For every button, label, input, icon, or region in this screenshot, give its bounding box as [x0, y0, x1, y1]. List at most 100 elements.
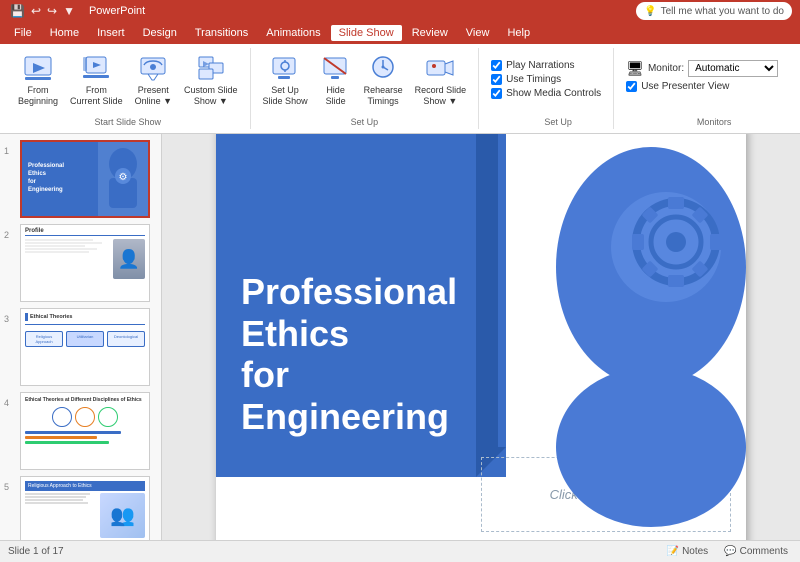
start-slideshow-buttons: FromBeginning FromCurrent Slide	[14, 50, 242, 127]
menu-design[interactable]: Design	[135, 25, 185, 41]
notes-icon: 📝	[667, 546, 679, 557]
tell-me-text: Tell me what you want to do	[661, 6, 784, 17]
head-silhouette	[536, 137, 746, 527]
hide-slide-label: HideSlide	[326, 85, 346, 107]
slide-thumb-2[interactable]: Profile 👤	[20, 224, 150, 302]
play-narrations-checkbox[interactable]: Play Narrations	[491, 60, 601, 71]
setup-slide-show-label: Set UpSlide Show	[263, 85, 308, 107]
show-media-controls-checkbox[interactable]: Show Media Controls	[491, 88, 601, 99]
menu-view[interactable]: View	[458, 25, 498, 41]
monitor-row: 🖥 Monitor: Automatic	[626, 60, 778, 77]
menu-slideshow[interactable]: Slide Show	[331, 25, 402, 41]
notes-label: Notes	[682, 546, 708, 557]
comments-icon: 💬	[724, 546, 736, 557]
monitors-group-label: Monitors	[626, 117, 800, 127]
main-blue-block: ProfessionalEthicsforEngineering	[216, 134, 506, 477]
comments-button[interactable]: 💬 Comments	[720, 545, 792, 558]
slide-title: ProfessionalEthicsforEngineering	[241, 271, 457, 437]
use-presenter-view-checkbox[interactable]: Use Presenter View	[626, 81, 729, 92]
svg-text:⚙: ⚙	[118, 172, 127, 183]
setup-slide-show-button[interactable]: Set UpSlide Show	[259, 50, 312, 109]
notes-button[interactable]: 📝 Notes	[663, 545, 713, 558]
slide-info: Slide 1 of 17	[8, 546, 64, 557]
slide-thumb-1[interactable]: ProfessionalEthicsforEngineering ⚙	[20, 140, 150, 218]
setup-checkboxes-group-label: Set Up	[491, 117, 625, 127]
quick-access-toolbar: 💾 ↩ ↪ ▼ PowerPoint	[8, 4, 145, 18]
save-icon[interactable]: 💾	[8, 4, 27, 18]
top-bar-right: 💡 Tell me what you want to do	[636, 2, 792, 20]
record-slide-show-label: Record SlideShow ▼	[415, 85, 467, 107]
from-beginning-icon	[22, 52, 54, 84]
rehearse-timings-icon	[367, 52, 399, 84]
slide-item-2[interactable]: 2 Profile 👤	[0, 222, 161, 304]
checkboxes-group: Play Narrations Use Timings Show Media C…	[479, 48, 614, 129]
menu-review[interactable]: Review	[404, 25, 456, 41]
menu-home[interactable]: Home	[42, 25, 87, 41]
canvas-wrapper: ProfessionalEthicsforEngineering Click t…	[216, 134, 746, 540]
menu-insert[interactable]: Insert	[89, 25, 133, 41]
menu-help[interactable]: Help	[499, 25, 538, 41]
slide-title-block: ProfessionalEthicsforEngineering	[216, 251, 482, 457]
record-slide-show-button[interactable]: Record SlideShow ▼	[411, 50, 471, 109]
app-title: PowerPoint	[89, 5, 145, 17]
show-media-controls-label: Show Media Controls	[506, 88, 601, 99]
use-timings-input[interactable]	[491, 74, 502, 85]
from-current-slide-button[interactable]: FromCurrent Slide	[66, 50, 127, 109]
play-narrations-label: Play Narrations	[506, 60, 574, 71]
slide-item-4[interactable]: 4 Ethical Theories at Different Discipli…	[0, 390, 161, 472]
fold-strip	[476, 134, 498, 447]
monitors-group: 🖥 Monitor: Automatic Use Presenter View …	[614, 48, 790, 129]
custom-slide-show-label: Custom SlideShow ▼	[184, 85, 238, 107]
slide-num-3: 3	[4, 314, 16, 324]
slide-item-3[interactable]: 3 Ethical Theories ReligiousApproach Uti…	[0, 306, 161, 388]
present-online-icon	[137, 52, 169, 84]
setup-group: Set UpSlide Show HideSlide	[251, 48, 480, 129]
use-timings-checkbox[interactable]: Use Timings	[491, 74, 601, 85]
menu-file[interactable]: File	[6, 25, 40, 41]
slide-canvas[interactable]: ProfessionalEthicsforEngineering Click t…	[216, 134, 746, 540]
rehearse-timings-button[interactable]: RehearseTimings	[360, 50, 407, 109]
use-timings-label: Use Timings	[506, 74, 561, 85]
tell-me-box[interactable]: 💡 Tell me what you want to do	[636, 2, 792, 20]
use-presenter-view-input[interactable]	[626, 81, 637, 92]
presenter-view-row: Use Presenter View	[626, 81, 778, 92]
custom-slide-show-icon	[195, 52, 227, 84]
from-current-slide-icon	[80, 52, 112, 84]
status-bar: Slide 1 of 17 📝 Notes 💬 Comments	[0, 540, 800, 562]
status-right: 📝 Notes 💬 Comments	[663, 545, 792, 558]
monitor-select[interactable]: Automatic	[688, 60, 778, 77]
custom-slide-show-button[interactable]: Custom SlideShow ▼	[180, 50, 242, 109]
use-presenter-view-label: Use Presenter View	[641, 81, 729, 92]
ribbon: FromBeginning FromCurrent Slide	[0, 44, 800, 134]
comments-label: Comments	[740, 546, 788, 557]
slide-thumb-5[interactable]: Religious Approach to Ethics 👥	[20, 476, 150, 540]
slide-item-1[interactable]: 1 ProfessionalEthicsforEngineering	[0, 138, 161, 220]
play-narrations-input[interactable]	[491, 60, 502, 71]
customize-icon[interactable]: ▼	[61, 4, 77, 18]
from-beginning-label: FromBeginning	[18, 85, 58, 107]
slide-thumb-3[interactable]: Ethical Theories ReligiousApproach Utili…	[20, 308, 150, 386]
slide-num-1: 1	[4, 146, 16, 156]
menu-animations[interactable]: Animations	[258, 25, 328, 41]
from-beginning-button[interactable]: FromBeginning	[14, 50, 62, 109]
menu-transitions[interactable]: Transitions	[187, 25, 256, 41]
from-current-slide-label: FromCurrent Slide	[70, 85, 123, 107]
slide-item-5[interactable]: 5 Religious Approach to Ethics 👥	[0, 474, 161, 540]
canvas-area: ProfessionalEthicsforEngineering Click t…	[162, 134, 800, 540]
menu-bar: File Home Insert Design Transitions Anim…	[0, 22, 800, 44]
setup-buttons: Set UpSlide Show HideSlide	[259, 50, 471, 127]
slide-panel: 1 ProfessionalEthicsforEngineering	[0, 134, 162, 540]
slide-thumb-4[interactable]: Ethical Theories at Different Discipline…	[20, 392, 150, 470]
redo-icon[interactable]: ↪	[45, 4, 59, 18]
hide-slide-button[interactable]: HideSlide	[316, 50, 356, 109]
monitor-label: Monitor:	[648, 63, 684, 74]
slide-num-5: 5	[4, 482, 16, 492]
present-online-label: PresentOnline ▼	[135, 85, 172, 107]
hide-slide-icon	[320, 52, 352, 84]
setup-group-label: Set Up	[251, 117, 479, 127]
monitors-controls: 🖥 Monitor: Automatic Use Presenter View	[626, 56, 778, 96]
undo-icon[interactable]: ↩	[29, 4, 43, 18]
slide-num-4: 4	[4, 398, 16, 408]
present-online-button[interactable]: PresentOnline ▼	[131, 50, 176, 109]
show-media-controls-input[interactable]	[491, 88, 502, 99]
